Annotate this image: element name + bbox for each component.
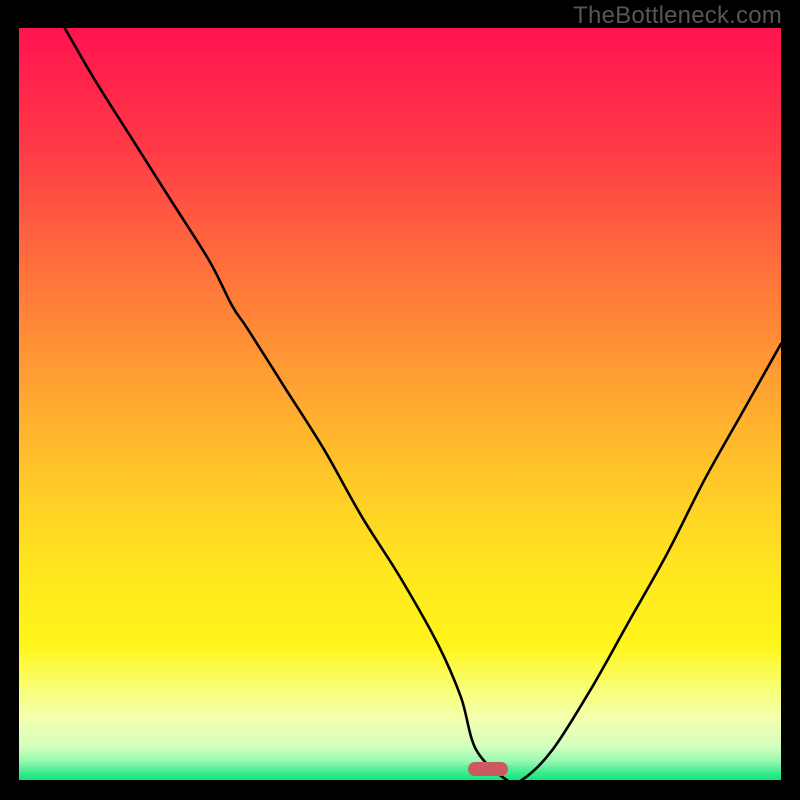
plot-area [19,28,781,780]
chart-frame: TheBottleneck.com [0,0,800,800]
watermark-text: TheBottleneck.com [573,2,782,30]
optimal-marker [468,762,508,776]
bottleneck-curve [19,28,781,780]
